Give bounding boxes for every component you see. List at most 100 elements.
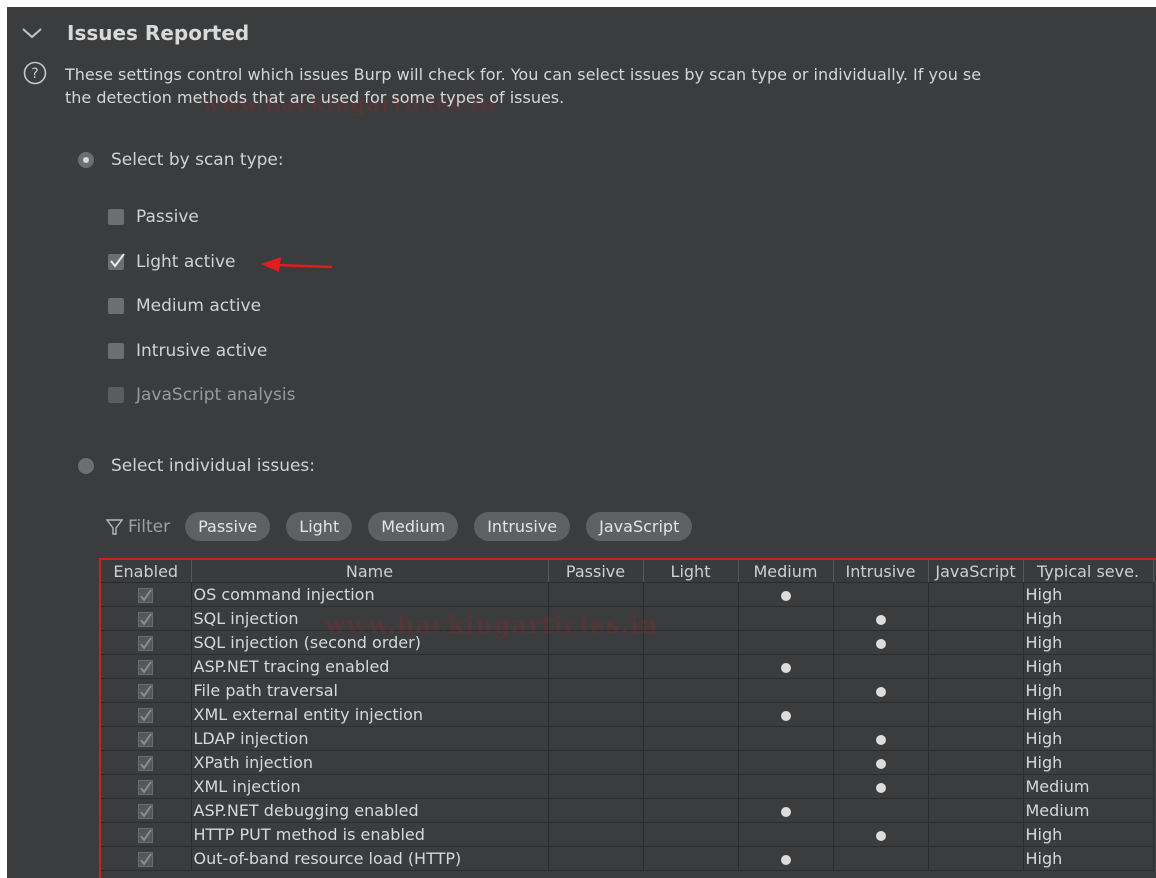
funnel-icon[interactable] xyxy=(106,518,123,536)
medium-cell xyxy=(738,678,834,703)
issue-name-cell: HTTP PUT method is enabled xyxy=(191,822,549,847)
radio-button[interactable] xyxy=(78,152,94,168)
intrusive-active-checkbox[interactable]: Intrusive active xyxy=(108,341,267,361)
column-header-enabled[interactable]: Enabled xyxy=(101,560,192,583)
intrusive-cell xyxy=(833,582,929,607)
passive-cell xyxy=(548,606,644,631)
intrusive-cell xyxy=(833,606,929,631)
table-row[interactable]: OS command injection High xyxy=(101,582,1154,607)
filter-label[interactable]: Filter xyxy=(128,517,170,537)
dot-icon xyxy=(875,758,886,769)
annotation-arrow-icon xyxy=(261,257,333,272)
enabled-cell[interactable] xyxy=(101,630,192,655)
severity-cell: High xyxy=(1023,582,1154,607)
enabled-cell[interactable] xyxy=(101,750,192,775)
light-cell xyxy=(643,846,739,871)
intrusive-cell xyxy=(833,822,929,847)
filter-chip-light[interactable]: Light xyxy=(286,512,353,541)
enabled-cell[interactable] xyxy=(101,774,192,799)
checkbox[interactable] xyxy=(108,253,125,270)
section-description: These settings control which issues Burp… xyxy=(65,63,1155,109)
dot-icon xyxy=(875,830,886,841)
severity-cell: High xyxy=(1023,630,1154,655)
filter-chip-passive[interactable]: Passive xyxy=(185,512,271,541)
checkbox[interactable] xyxy=(108,343,124,359)
table-row[interactable]: Out-of-band resource load (HTTP) High xyxy=(101,846,1154,871)
enabled-cell[interactable] xyxy=(101,846,192,871)
dot-icon xyxy=(875,734,886,745)
enabled-cell[interactable] xyxy=(101,726,192,751)
checkmark-icon xyxy=(138,852,154,867)
checkbox-label: Medium active xyxy=(136,296,262,316)
table-row[interactable]: SQL injection (second order) High xyxy=(101,630,1154,655)
svg-text:?: ? xyxy=(31,66,38,82)
checkbox[interactable] xyxy=(108,298,124,314)
filter-chip-intrusive[interactable]: Intrusive xyxy=(474,512,571,541)
javascript-cell xyxy=(928,630,1024,655)
column-header-name[interactable]: Name xyxy=(191,560,549,583)
medium-cell xyxy=(738,606,834,631)
enabled-cell[interactable] xyxy=(101,702,192,727)
column-header-light[interactable]: Light xyxy=(643,560,739,583)
filter-chip-javascript[interactable]: JavaScript xyxy=(586,512,693,541)
table-row[interactable]: SQL injection High xyxy=(101,606,1154,631)
passive-cell xyxy=(548,774,644,799)
column-header-medium[interactable]: Medium xyxy=(738,560,834,583)
column-header-intrusive[interactable]: Intrusive xyxy=(833,560,929,583)
table-row[interactable]: LDAP injection High xyxy=(101,726,1154,751)
column-header-severity[interactable]: Typical seve. xyxy=(1023,560,1154,583)
javascript-cell xyxy=(928,582,1024,607)
section-header[interactable]: Issues Reported xyxy=(21,21,249,45)
javascript-analysis-checkbox[interactable]: JavaScript analysis xyxy=(108,385,295,405)
checkmark-icon xyxy=(138,732,154,747)
passive-checkbox[interactable]: Passive xyxy=(108,207,199,227)
medium-active-checkbox[interactable]: Medium active xyxy=(108,296,261,316)
table-row[interactable]: HTTP PUT method is enabled High xyxy=(101,822,1154,847)
medium-cell xyxy=(738,702,834,727)
severity-cell: High xyxy=(1023,678,1154,703)
table-row[interactable]: ASP.NET tracing enabled High xyxy=(101,654,1154,679)
checkmark-icon xyxy=(138,684,154,699)
dot-icon xyxy=(780,806,791,817)
issue-name-cell: ASP.NET debugging enabled xyxy=(191,798,549,823)
dot-icon xyxy=(780,590,791,601)
table-row[interactable]: XML external entity injection High xyxy=(101,702,1154,727)
javascript-cell xyxy=(928,774,1024,799)
column-header-javascript[interactable]: JavaScript xyxy=(928,560,1024,583)
javascript-cell xyxy=(928,702,1024,727)
filter-chip-medium[interactable]: Medium xyxy=(368,512,459,541)
enabled-cell[interactable] xyxy=(101,606,192,631)
select-by-scan-type-radio[interactable]: Select by scan type: xyxy=(78,150,284,170)
passive-cell xyxy=(548,822,644,847)
checkbox[interactable] xyxy=(108,387,124,403)
table-row[interactable]: ASP.NET debugging enabled Medium xyxy=(101,798,1154,823)
dot-icon xyxy=(875,638,886,649)
enabled-cell[interactable] xyxy=(101,822,192,847)
light-cell xyxy=(643,702,739,727)
table-row[interactable]: XML injection Medium xyxy=(101,774,1154,799)
issue-name-cell: SQL injection xyxy=(191,606,549,631)
enabled-cell[interactable] xyxy=(101,678,192,703)
chevron-down-icon[interactable] xyxy=(21,26,43,40)
intrusive-cell xyxy=(833,630,929,655)
checkbox[interactable] xyxy=(108,209,124,225)
section-title: Issues Reported xyxy=(67,21,250,45)
radio-button[interactable] xyxy=(78,458,94,474)
enabled-cell[interactable] xyxy=(101,654,192,679)
help-icon[interactable]: ? xyxy=(23,61,47,85)
enabled-cell[interactable] xyxy=(101,798,192,823)
passive-cell xyxy=(548,678,644,703)
table-row[interactable]: File path traversal High xyxy=(101,678,1154,703)
enabled-cell[interactable] xyxy=(101,582,192,607)
light-active-checkbox[interactable]: Light active xyxy=(108,252,236,272)
severity-cell: Medium xyxy=(1023,774,1154,799)
description-line: the detection methods that are used for … xyxy=(65,88,565,107)
medium-cell xyxy=(738,726,834,751)
light-cell xyxy=(643,606,739,631)
medium-cell xyxy=(738,774,834,799)
checkmark-icon xyxy=(138,756,154,771)
table-row[interactable]: XPath injection High xyxy=(101,750,1154,775)
passive-cell xyxy=(548,846,644,871)
column-header-passive[interactable]: Passive xyxy=(548,560,644,583)
select-individual-issues-radio[interactable]: Select individual issues: xyxy=(78,456,315,476)
